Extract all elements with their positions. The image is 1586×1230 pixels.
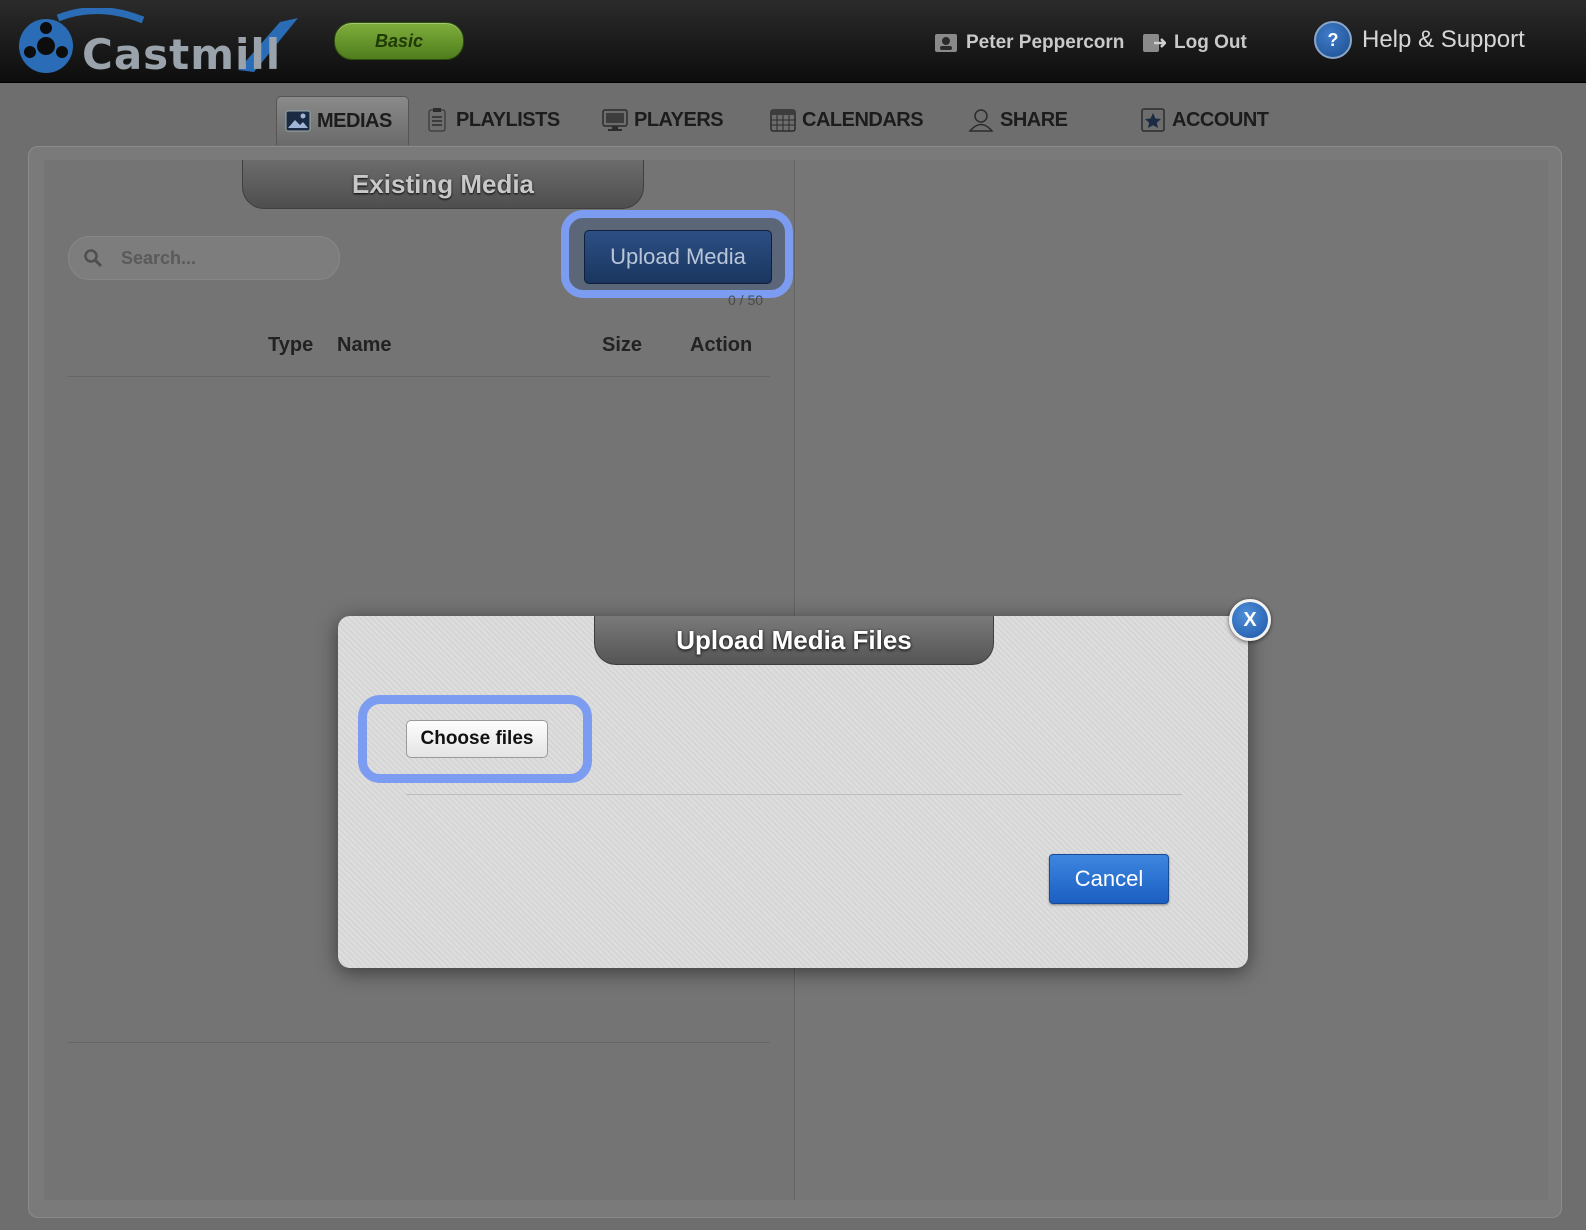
calendar-icon [770, 109, 796, 132]
tab-label: ACCOUNT [1172, 108, 1269, 131]
user-profile-link[interactable]: Peter Peppercorn [934, 30, 1124, 56]
logout-label: Log Out [1174, 32, 1247, 53]
logo-text: Castmill [82, 30, 282, 79]
help-support-link[interactable]: ? Help & Support [1314, 20, 1525, 60]
help-label: Help & Support [1362, 26, 1525, 53]
tab-label: CALENDARS [802, 108, 924, 131]
column-header-type[interactable]: Type [268, 334, 313, 357]
top-bar: Castmill Basic Peter Peppercorn Log Out … [0, 0, 1586, 83]
logout-icon [1143, 34, 1166, 52]
cancel-button[interactable]: Cancel [1049, 854, 1169, 904]
existing-media-title: Existing Media [242, 160, 644, 209]
main-nav: MEDIAS PLAYLISTS PLAYERS CALENDARS SHARE… [0, 96, 1586, 146]
tab-label: SHARE [1000, 108, 1068, 131]
user-card-icon [935, 34, 957, 52]
close-icon[interactable]: X [1229, 599, 1271, 641]
tab-account[interactable]: ACCOUNT [1140, 96, 1269, 144]
modal-title: Upload Media Files [594, 616, 994, 665]
tab-label: MEDIAS [317, 109, 392, 132]
logout-link[interactable]: Log Out [1142, 30, 1247, 56]
castmill-logo[interactable]: Castmill [18, 7, 308, 79]
user-share-icon [968, 109, 994, 132]
search-icon [84, 249, 103, 268]
table-header-divider [68, 376, 770, 377]
plan-badge[interactable]: Basic [334, 22, 464, 60]
image-icon [285, 110, 311, 132]
user-name: Peter Peppercorn [966, 32, 1125, 53]
table-footer-divider [68, 1042, 770, 1043]
tab-calendars[interactable]: CALENDARS [770, 96, 924, 144]
tab-label: PLAYLISTS [456, 108, 560, 131]
tab-label: PLAYERS [634, 108, 724, 131]
column-header-size[interactable]: Size [602, 334, 642, 357]
column-header-name[interactable]: Name [337, 334, 391, 357]
tab-players[interactable]: PLAYERS [602, 96, 724, 144]
tab-playlists[interactable]: PLAYLISTS [424, 96, 560, 144]
media-quota: 0 / 50 [728, 292, 764, 308]
choose-files-button[interactable]: Choose files [406, 720, 548, 758]
star-badge-icon [1141, 108, 1165, 132]
monitor-icon [602, 109, 628, 131]
search-input[interactable]: Search... [68, 236, 340, 280]
upload-modal [338, 616, 1248, 968]
upload-media-button[interactable]: Upload Media [584, 230, 772, 284]
clipboard-icon [428, 108, 446, 132]
help-icon: ? [1314, 21, 1352, 59]
search-placeholder: Search... [121, 247, 197, 268]
tab-share[interactable]: SHARE [968, 96, 1068, 144]
column-header-action: Action [690, 334, 753, 356]
modal-divider [406, 794, 1182, 795]
tab-medias[interactable]: MEDIAS [276, 96, 409, 145]
